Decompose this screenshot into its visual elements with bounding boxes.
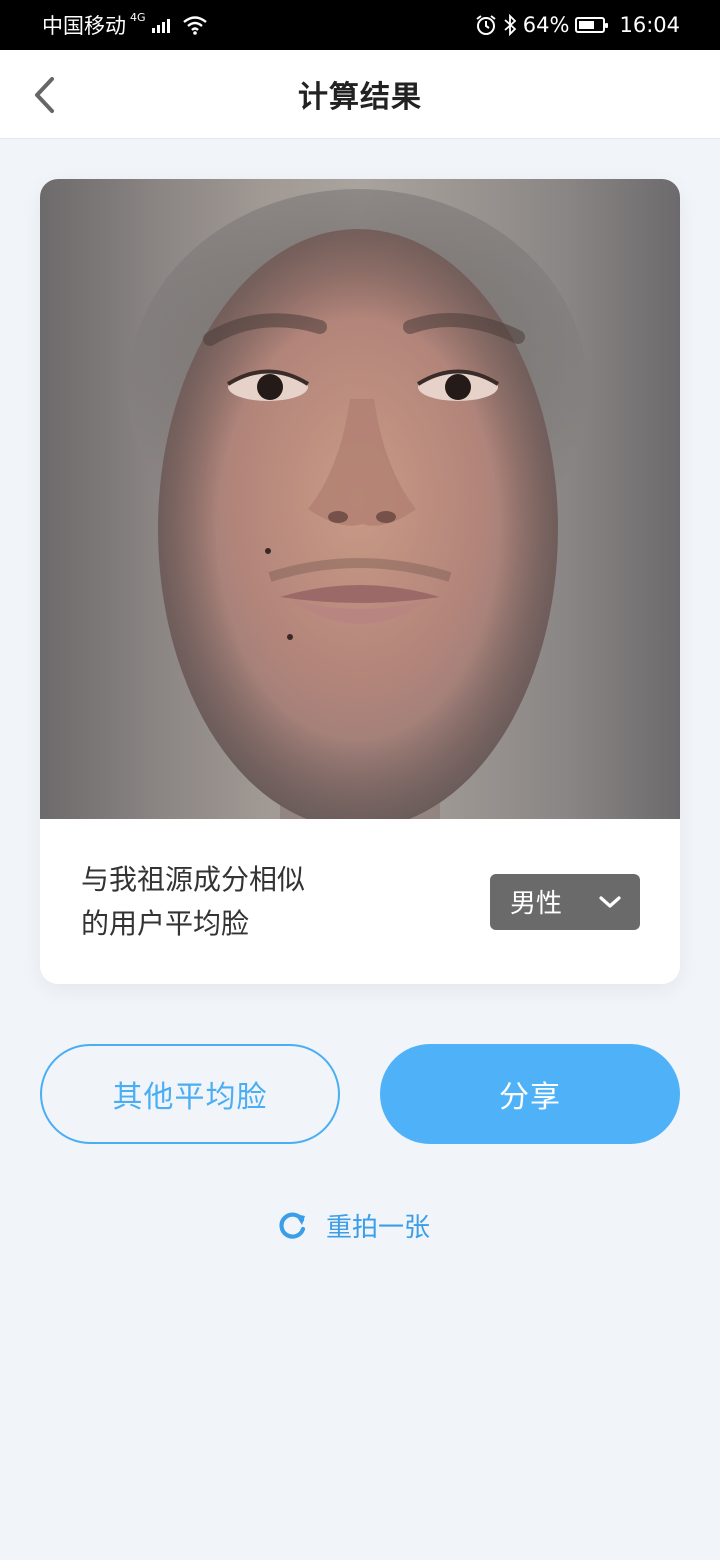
bluetooth-icon [504, 14, 517, 36]
chevron-down-icon [599, 895, 621, 908]
battery-icon [575, 17, 609, 33]
retake-button[interactable]: 重拍一张 [278, 1203, 430, 1247]
back-button[interactable] [22, 70, 66, 120]
wifi-icon [182, 16, 207, 35]
gender-select[interactable]: 男性 [490, 873, 640, 930]
result-footer: 与我祖源成分相似 的用户平均脸 男性 [40, 819, 680, 984]
status-left: 中国移动 4G [42, 10, 208, 40]
result-description: 与我祖源成分相似 的用户平均脸 [81, 858, 361, 946]
page-title: 计算结果 [298, 80, 422, 115]
battery-percent: 64% [522, 13, 570, 37]
retake-label: 重拍一张 [326, 1212, 431, 1243]
other-average-faces-button[interactable]: 其他平均脸 [40, 1044, 340, 1144]
status-bar: 中国移动 4G 64% 16:04 [0, 0, 720, 50]
refresh-icon [279, 1212, 306, 1239]
status-right: 64% 16:04 [475, 13, 680, 37]
result-text-line1: 与我祖源成分相似 [81, 862, 306, 896]
chevron-left-icon [35, 77, 54, 113]
header-bar: 计算结果 [0, 50, 720, 139]
carrier-name: 中国移动 [42, 14, 126, 38]
network-type: 4G [130, 10, 146, 24]
signal-icon [151, 17, 170, 33]
gender-select-value: 男性 [510, 889, 563, 919]
clock: 16:04 [619, 13, 680, 37]
share-button[interactable]: 分享 [380, 1044, 680, 1144]
average-face-photo [40, 179, 680, 819]
alarm-icon [476, 15, 496, 35]
result-card: 与我祖源成分相似 的用户平均脸 男性 [40, 179, 680, 984]
result-text-line2: 的用户平均脸 [81, 906, 250, 940]
